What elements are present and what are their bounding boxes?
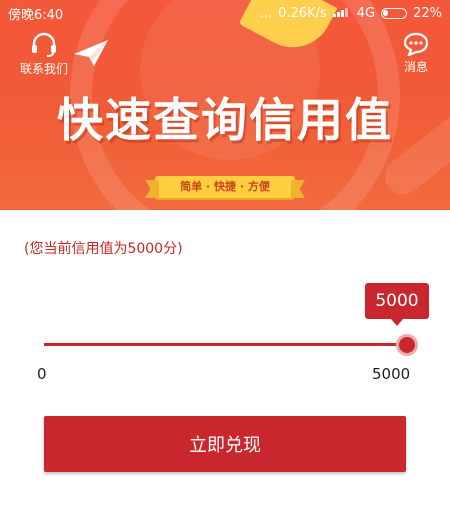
- redeem-now-button[interactable]: 立即兑现: [44, 416, 406, 472]
- header-banner: 傍晚6:40 ... 0.26K/s 4G 22% 联系我们 消息 快速查询信用…: [0, 0, 450, 210]
- headset-icon: [32, 32, 56, 57]
- battery-percent: 22%: [413, 5, 442, 21]
- battery-icon: [381, 7, 408, 19]
- credit-panel: (您当前信用值为5000分) 5000 0 5000 立即兑现: [0, 210, 450, 512]
- current-credit-note: (您当前信用值为5000分): [24, 241, 183, 257]
- banner-tagline: 简单 · 快捷 · 方便: [155, 176, 295, 198]
- network-speed: 0.26K/s: [278, 5, 327, 21]
- slider-min-label: 0: [37, 365, 47, 383]
- network-type: 4G: [356, 5, 376, 21]
- slider-fill: [44, 343, 407, 346]
- banner-title: 快速查询信用值: [57, 93, 393, 147]
- status-dots: ...: [259, 5, 273, 21]
- slider-thumb[interactable]: [396, 334, 418, 356]
- credit-slider[interactable]: [44, 334, 418, 356]
- messages-button[interactable]: 消息: [396, 32, 436, 75]
- contact-us-button[interactable]: 联系我们: [14, 32, 74, 77]
- chat-bubble-icon: [403, 32, 429, 56]
- slider-max-label: 5000: [372, 365, 411, 383]
- signal-icon: [332, 6, 351, 21]
- paper-plane-icon: [74, 40, 108, 66]
- status-time: 傍晚6:40: [8, 7, 64, 23]
- messages-label: 消息: [403, 60, 428, 74]
- slider-value-tooltip: 5000: [365, 283, 429, 326]
- status-bar: 傍晚6:40 ... 0.26K/s 4G 22%: [0, 0, 450, 26]
- contact-us-label: 联系我们: [19, 62, 68, 76]
